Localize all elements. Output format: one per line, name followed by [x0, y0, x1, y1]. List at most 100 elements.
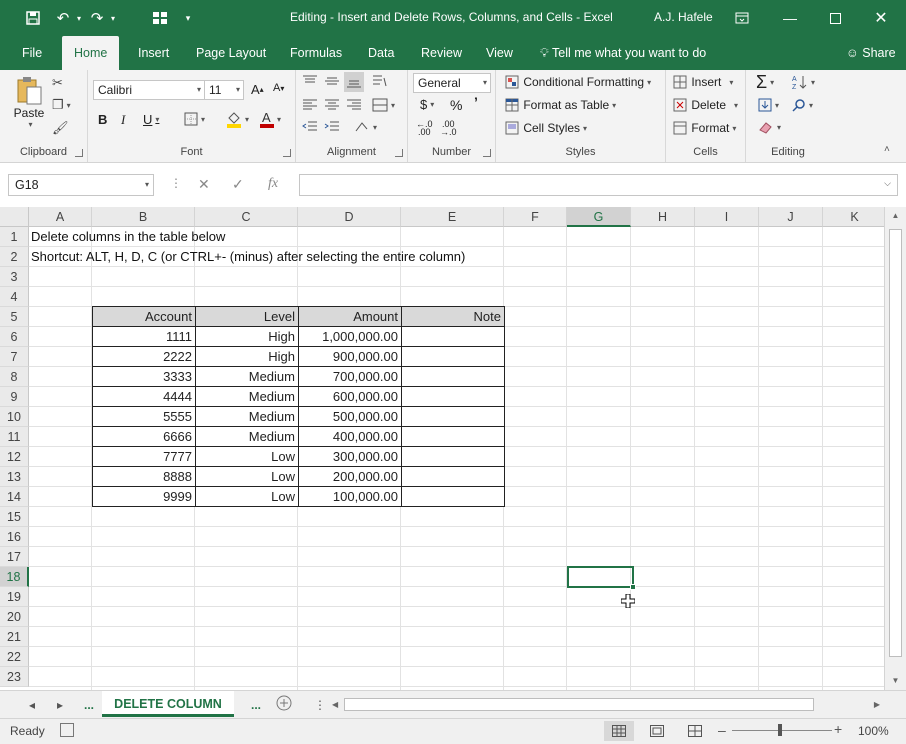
align-center-icon[interactable]	[324, 98, 340, 112]
percent-style-icon[interactable]: %	[450, 97, 462, 113]
number-launcher-icon[interactable]	[483, 149, 491, 157]
row-header-15[interactable]: 15	[0, 507, 29, 527]
table-cell-account[interactable]: 8888	[92, 466, 196, 487]
row-header-17[interactable]: 17	[0, 547, 29, 567]
table-cell-account[interactable]: 4444	[92, 386, 196, 407]
save-icon[interactable]	[22, 8, 44, 28]
vertical-scrollbar[interactable]: ▲ ▼	[884, 207, 906, 690]
clipboard-launcher-icon[interactable]	[75, 149, 83, 157]
column-header-g[interactable]: G	[567, 207, 631, 227]
redo-icon[interactable]: ↷	[86, 8, 108, 28]
table-cell-note[interactable]	[401, 466, 505, 487]
table-cell-note[interactable]	[401, 346, 505, 367]
table-cell-amount[interactable]: 400,000.00	[298, 426, 402, 447]
copy-icon[interactable]: ❐ ▾	[52, 97, 71, 113]
row-header-16[interactable]: 16	[0, 527, 29, 547]
zoom-in-icon[interactable]: +	[834, 721, 842, 737]
minimize-icon[interactable]: —	[770, 4, 810, 32]
merge-center-icon[interactable]: ▾	[372, 98, 395, 112]
underline-button[interactable]: U ▾	[143, 112, 159, 127]
table-cell-account[interactable]: 5555	[92, 406, 196, 427]
table-cell-account[interactable]: 9999	[92, 486, 196, 507]
row-header-19[interactable]: 19	[0, 587, 29, 607]
table-cell-note[interactable]	[401, 366, 505, 387]
bold-button[interactable]: B	[98, 112, 107, 127]
vertical-scroll-thumb[interactable]	[889, 229, 902, 657]
table-cell-account[interactable]: 2222	[92, 346, 196, 367]
column-header-f[interactable]: F	[504, 207, 567, 227]
header-level[interactable]: Level	[195, 306, 299, 327]
column-header-b[interactable]: B	[92, 207, 195, 227]
align-left-icon[interactable]	[302, 98, 318, 112]
middle-align-icon[interactable]	[324, 74, 340, 88]
fill-color-icon[interactable]: ▾	[226, 110, 249, 128]
row-header-11[interactable]: 11	[0, 427, 29, 447]
maximize-icon[interactable]	[815, 4, 855, 32]
horizontal-scrollbar[interactable]: ◀ ▶	[328, 697, 884, 713]
enter-icon[interactable]: ✓	[232, 176, 244, 193]
table-cell-amount[interactable]: 600,000.00	[298, 386, 402, 407]
top-align-icon[interactable]	[302, 74, 318, 88]
table-cell-account[interactable]: 3333	[92, 366, 196, 387]
clear-icon[interactable]: ▾	[758, 120, 781, 134]
decrease-font-size-icon[interactable]: A ▾	[273, 82, 284, 94]
row-header-1[interactable]: 1	[0, 227, 29, 247]
increase-indent-icon[interactable]	[324, 120, 340, 134]
table-cell-level[interactable]: Low	[195, 446, 299, 467]
table-cell-amount[interactable]: 500,000.00	[298, 406, 402, 427]
tab-split-handle-icon[interactable]: ⋮	[314, 695, 326, 715]
scroll-tabs-left-icon[interactable]: ◂	[24, 695, 40, 715]
row-header-12[interactable]: 12	[0, 447, 29, 467]
increase-decimal-icon[interactable]: ←.0.00	[416, 120, 433, 137]
horizontal-scroll-thumb[interactable]	[344, 698, 814, 711]
table-cell-amount[interactable]: 100,000.00	[298, 486, 402, 507]
column-header-e[interactable]: E	[401, 207, 504, 227]
cut-icon[interactable]: ✂	[52, 75, 63, 91]
table-cell-level[interactable]: High	[195, 326, 299, 347]
cell-styles-button[interactable]: Cell Styles ▾	[504, 121, 587, 135]
row-header-5[interactable]: 5	[0, 307, 29, 327]
row-header-4[interactable]: 4	[0, 287, 29, 307]
paste-dropdown-icon[interactable]: ▾	[28, 120, 32, 129]
collapse-ribbon-icon[interactable]: ˄	[884, 144, 890, 155]
font-color-icon[interactable]: A ▾	[260, 110, 281, 128]
cancel-icon[interactable]: ✕	[198, 176, 210, 193]
font-launcher-icon[interactable]	[283, 149, 291, 157]
column-header-h[interactable]: H	[631, 207, 695, 227]
row-header-14[interactable]: 14	[0, 487, 29, 507]
sheet-tab-delete-column[interactable]: DELETE COLUMN	[102, 691, 234, 717]
tab-page-layout[interactable]: Page Layout	[190, 36, 272, 70]
table-cell-amount[interactable]: 1,000,000.00	[298, 326, 402, 347]
font-name-combo[interactable]: Calibri ▾	[93, 80, 205, 100]
undo-icon[interactable]: ↶	[52, 8, 74, 28]
borders-icon[interactable]: ▾	[184, 112, 205, 126]
italic-button[interactable]: I	[121, 112, 125, 128]
scroll-right-icon[interactable]: ▶	[874, 697, 880, 713]
zoom-slider[interactable]	[732, 730, 832, 731]
row-header-3[interactable]: 3	[0, 267, 29, 287]
row-header-20[interactable]: 20	[0, 607, 29, 627]
table-cell-note[interactable]	[401, 446, 505, 467]
worksheet-grid[interactable]: ABCDEFGHIJK 1 2 3 4 5 6 7 8 9 10 11 12 13 14 15 16 17 18 1…	[0, 207, 884, 690]
decrease-indent-icon[interactable]	[302, 120, 318, 134]
close-icon[interactable]: ✕	[861, 4, 901, 32]
font-size-combo[interactable]: 11 ▾	[204, 80, 244, 100]
table-cell-account[interactable]: 7777	[92, 446, 196, 467]
row-header-18[interactable]: 18	[0, 567, 29, 587]
conditional-formatting-button[interactable]: Conditional Formatting ▾	[504, 75, 651, 89]
tab-home[interactable]: Home	[62, 36, 120, 70]
row-header-13[interactable]: 13	[0, 467, 29, 487]
column-header-k[interactable]: K	[823, 207, 884, 227]
column-header-a[interactable]: A	[29, 207, 92, 227]
tell-me-search[interactable]: 💡︎ Tell me what you want to do	[540, 36, 706, 70]
table-cell-note[interactable]	[401, 426, 505, 447]
zoom-out-icon[interactable]: –	[718, 722, 726, 738]
column-header-d[interactable]: D	[298, 207, 401, 227]
table-cell-level[interactable]: Medium	[195, 366, 299, 387]
insert-cells-button[interactable]: Insert ▾	[672, 75, 733, 89]
column-header-i[interactable]: I	[695, 207, 759, 227]
alignment-launcher-icon[interactable]	[395, 149, 403, 157]
expand-formula-bar-icon[interactable]: ⌵	[884, 178, 891, 189]
table-cell-amount[interactable]: 700,000.00	[298, 366, 402, 387]
format-as-table-button[interactable]: Format as Table ▾	[504, 98, 616, 112]
